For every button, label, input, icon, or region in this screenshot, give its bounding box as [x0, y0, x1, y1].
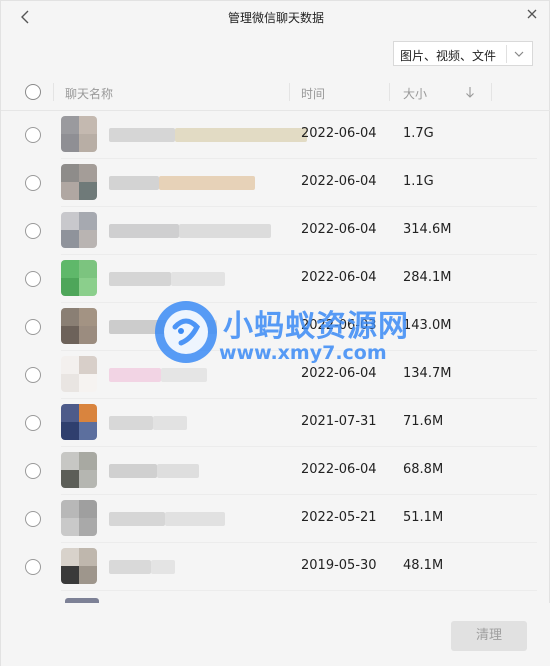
avatar: [61, 308, 97, 344]
row-checkbox[interactable]: [25, 415, 41, 431]
list-item[interactable]: 2022-05-21 51.1M: [1, 495, 550, 543]
row-date: 2019-05-30: [301, 558, 377, 573]
row-checkbox[interactable]: [25, 559, 41, 575]
header-separator: [53, 83, 54, 101]
chat-name-blurred: [109, 416, 153, 430]
chat-name-blurred: [171, 272, 225, 286]
row-divider: [61, 590, 537, 591]
footer-bar: 清理: [1, 603, 550, 666]
chat-name-blurred: [167, 320, 217, 334]
chevron-down-icon[interactable]: [512, 49, 526, 59]
filter-selected-value: 图片、视频、文件: [400, 49, 497, 63]
row-date: 2022-06-03: [301, 318, 377, 333]
row-checkbox[interactable]: [25, 319, 41, 335]
column-header-time[interactable]: 时间: [301, 85, 325, 102]
row-checkbox[interactable]: [25, 463, 41, 479]
chat-name-blurred: [165, 512, 225, 526]
row-date: 2022-05-21: [301, 510, 377, 525]
title-bar: 管理微信聊天数据: [1, 1, 550, 33]
chat-name-blurred: [179, 224, 271, 238]
list-item[interactable]: 2022-06-04 1.1G: [1, 159, 550, 207]
chat-name-blurred: [109, 560, 151, 574]
list-item[interactable]: 2019-05-30 48.1M: [1, 543, 550, 591]
row-checkbox[interactable]: [25, 223, 41, 239]
avatar: [61, 164, 97, 200]
row-size: 48.1M: [403, 558, 444, 573]
header-separator: [289, 83, 290, 101]
row-date: 2022-06-04: [301, 222, 377, 237]
file-type-filter-dropdown[interactable]: 图片、视频、文件: [393, 41, 533, 66]
chat-name-blurred: [109, 512, 165, 526]
list-item[interactable]: 2022-06-04 1.7G: [1, 111, 550, 159]
row-checkbox[interactable]: [25, 127, 41, 143]
avatar: [61, 116, 97, 152]
row-size: 314.6M: [403, 222, 452, 237]
avatar: [61, 356, 97, 392]
chat-name-blurred: [109, 464, 157, 478]
close-icon[interactable]: [525, 7, 539, 21]
row-size: 1.1G: [403, 174, 434, 189]
chat-name-blurred: [109, 224, 179, 238]
list-item[interactable]: 2021-07-31 71.6M: [1, 399, 550, 447]
chat-name-blurred: [159, 176, 255, 190]
row-checkbox[interactable]: [25, 511, 41, 527]
filter-divider: [506, 45, 507, 63]
row-date: 2022-06-04: [301, 174, 377, 189]
column-header-name[interactable]: 聊天名称: [65, 85, 113, 102]
row-size: 134.7M: [403, 366, 452, 381]
avatar: [61, 404, 97, 440]
row-size: 51.1M: [403, 510, 444, 525]
table-header: 聊天名称 时间 大小: [1, 75, 550, 111]
avatar: [61, 548, 97, 584]
avatar: [61, 500, 97, 536]
row-size: 68.8M: [403, 462, 444, 477]
avatar: [61, 260, 97, 296]
chat-name-blurred: [151, 560, 175, 574]
chat-name-blurred: [157, 464, 199, 478]
chat-name-blurred: [109, 320, 167, 334]
list-item[interactable]: 2022-06-03 143.0M: [1, 303, 550, 351]
column-header-size[interactable]: 大小: [403, 85, 427, 102]
row-date: 2022-06-04: [301, 126, 377, 141]
chat-name-blurred: [109, 368, 161, 382]
header-separator: [491, 83, 492, 101]
clean-button[interactable]: 清理: [451, 621, 527, 651]
list-item[interactable]: 2022-06-04 284.1M: [1, 255, 550, 303]
row-date: 2021-07-31: [301, 414, 377, 429]
avatar: [61, 212, 97, 248]
list-item[interactable]: 2022-06-04 68.8M: [1, 447, 550, 495]
row-checkbox[interactable]: [25, 271, 41, 287]
chat-name-blurred: [153, 416, 187, 430]
row-date: 2022-06-04: [301, 270, 377, 285]
row-size: 143.0M: [403, 318, 452, 333]
row-size: 1.7G: [403, 126, 434, 141]
chat-name-blurred: [175, 128, 307, 142]
chat-name-blurred: [161, 368, 207, 382]
select-all-checkbox[interactable]: [25, 84, 41, 100]
chat-name-blurred: [109, 176, 159, 190]
list-item[interactable]: 2022-06-04 314.6M: [1, 207, 550, 255]
chat-name-blurred: [109, 128, 175, 142]
avatar: [61, 452, 97, 488]
row-size: 71.6M: [403, 414, 444, 429]
chat-name-blurred: [109, 272, 171, 286]
list-item[interactable]: 2022-06-04 134.7M: [1, 351, 550, 399]
sort-descending-icon[interactable]: [465, 85, 475, 99]
row-date: 2022-06-04: [301, 366, 377, 381]
row-date: 2022-06-04: [301, 462, 377, 477]
manage-chat-data-window: 管理微信聊天数据 图片、视频、文件 聊天名称 时间 大小 2022-06-04 1…: [0, 0, 550, 666]
row-checkbox[interactable]: [25, 175, 41, 191]
row-size: 284.1M: [403, 270, 452, 285]
chat-list: 2022-06-04 1.7G 2022-06-04 1.1G 2022-06-04 31…: [1, 111, 550, 603]
header-separator: [389, 83, 390, 101]
window-title: 管理微信聊天数据: [227, 11, 324, 25]
row-checkbox[interactable]: [25, 367, 41, 383]
